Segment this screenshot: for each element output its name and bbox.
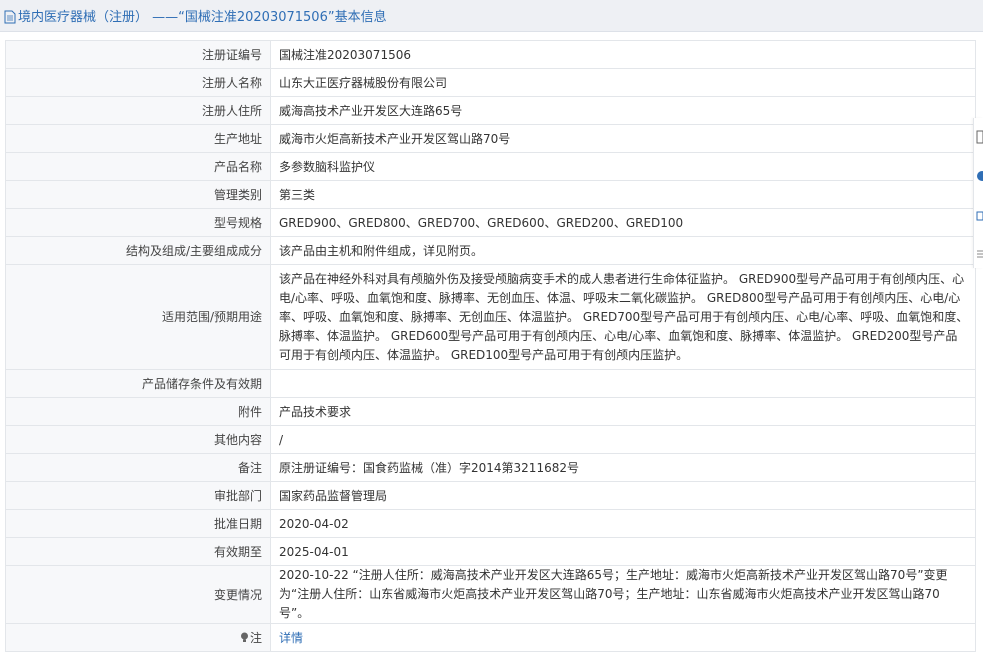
table-row-note: 注 详情 [5,623,976,652]
row-value: 国家药品监督管理局 [270,481,976,510]
list-icon[interactable] [976,248,983,260]
row-value: 该产品在神经外科对具有颅脑外伤及接受颅脑病变手术的成人患者进行生命体征监护。 G… [270,264,976,370]
row-label: 注册人住所 [5,96,271,125]
page-title: 境内医疗器械（注册） ——“国械注准20203071506”基本信息 [18,10,387,25]
row-label: 注册证编号 [5,40,271,69]
row-value: 2020-04-02 [270,509,976,538]
circle-icon[interactable] [976,170,983,182]
table-row: 注册人住所 威海高技术产业开发区大连路65号 [5,96,976,125]
table-row: 产品储存条件及有效期 [5,369,976,398]
row-value: / [270,425,976,454]
row-value: 原注册证编号：国食药监械（准）字2014第3211682号 [270,453,976,482]
table-row: 产品名称 多参数脑科监护仪 [5,152,976,181]
row-label: 备注 [5,453,271,482]
row-value: 第三类 [270,180,976,209]
table-row: 变更情况 2020-10-22 “注册人住所：威海高技术产业开发区大连路65号；生… [5,565,976,624]
row-value: 国械注准20203071506 [270,40,976,69]
row-value: GRED900、GRED800、GRED700、GRED600、GRED200、… [270,208,976,237]
row-value: 2020-10-22 “注册人住所：威海高技术产业开发区大连路65号；生产地址：… [270,565,976,624]
table-row: 有效期至 2025-04-01 [5,537,976,566]
side-toolbar [973,118,983,268]
row-value: 产品技术要求 [270,397,976,426]
details-link[interactable]: 详情 [279,631,303,645]
row-value: 该产品由主机和附件组成，详见附页。 [270,236,976,265]
row-value: 威海高技术产业开发区大连路65号 [270,96,976,125]
table-row: 管理类别 第三类 [5,180,976,209]
table-row: 结构及组成/主要组成成分 该产品由主机和附件组成，详见附页。 [5,236,976,265]
row-value: 2025-04-01 [270,537,976,566]
table-row: 适用范围/预期用途 该产品在神经外科对具有颅脑外伤及接受颅脑病变手术的成人患者进行… [5,264,976,370]
row-label: 产品储存条件及有效期 [5,369,271,398]
table-row: 附件 产品技术要求 [5,397,976,426]
row-label: 型号规格 [5,208,271,237]
row-label: 审批部门 [5,481,271,510]
note-label-cell: 注 [5,623,271,652]
table-row: 注册证编号 国械注准20203071506 [5,40,976,69]
row-label: 生产地址 [5,124,271,153]
note-label: 注 [249,630,262,645]
row-label: 有效期至 [5,537,271,566]
row-value: 威海市火炬高新技术产业开发区驾山路70号 [270,124,976,153]
row-label: 注册人名称 [5,68,271,97]
row-label: 适用范围/预期用途 [5,264,271,370]
table-row: 其他内容 / [5,425,976,454]
table-row: 型号规格 GRED900、GRED800、GRED700、GRED600、GRED… [5,208,976,237]
table-row: 注册人名称 山东大正医疗器械股份有限公司 [5,68,976,97]
row-label: 管理类别 [5,180,271,209]
page-header: 境内医疗器械（注册） ——“国械注准20203071506”基本信息 [0,0,983,32]
row-label: 结构及组成/主要组成成分 [5,236,271,265]
row-label: 变更情况 [5,565,271,624]
note-value-cell: 详情 [270,623,976,652]
row-value: 多参数脑科监护仪 [270,152,976,181]
row-label: 其他内容 [5,425,271,454]
table-row: 备注 原注册证编号：国食药监械（准）字2014第3211682号 [5,453,976,482]
lightbulb-icon [240,632,248,642]
document-icon[interactable] [976,130,983,144]
table-row: 审批部门 国家药品监督管理局 [5,481,976,510]
registration-info-table: 注册证编号 国械注准20203071506 注册人名称 山东大正医疗器械股份有限公司… [5,40,976,652]
table-row: 批准日期 2020-04-02 [5,509,976,538]
document-icon [4,10,16,23]
table-row: 生产地址 威海市火炬高新技术产业开发区驾山路70号 [5,124,976,153]
chat-icon[interactable] [976,210,983,222]
row-value: 山东大正医疗器械股份有限公司 [270,68,976,97]
row-label: 产品名称 [5,152,271,181]
row-label: 附件 [5,397,271,426]
row-value [270,369,976,398]
row-label: 批准日期 [5,509,271,538]
